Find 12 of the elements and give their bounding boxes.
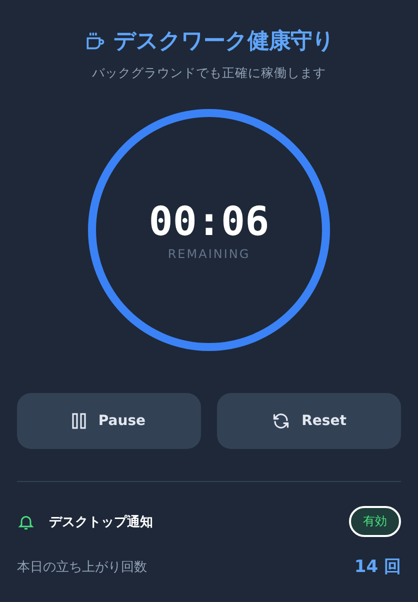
- refresh-icon: [272, 412, 290, 430]
- app-title: デスクワーク健康守り: [114, 28, 334, 56]
- timer-label: REMAINING: [168, 247, 250, 261]
- notification-label: デスクトップ通知: [49, 514, 153, 530]
- pause-icon: [72, 413, 86, 429]
- stats-label: 本日の立ち上がり回数: [17, 558, 147, 576]
- subtitle: バックグラウンドでも正確に稼働します: [91, 65, 327, 82]
- reset-button[interactable]: Reset: [217, 393, 401, 449]
- stats-value: 14 回: [354, 556, 401, 578]
- timer-display: 00:06: [148, 199, 270, 245]
- notification-toggle[interactable]: 有効: [349, 506, 401, 537]
- pause-button[interactable]: Pause: [17, 393, 201, 449]
